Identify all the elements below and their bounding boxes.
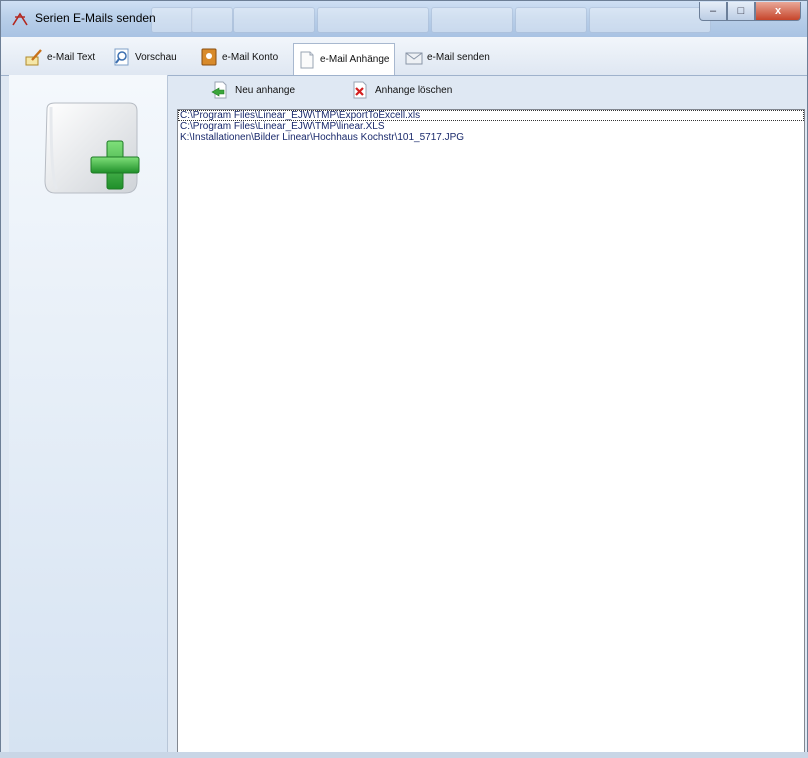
background-taskbar-ghost	[589, 7, 711, 33]
attachment-list[interactable]: C:\Program Files\Linear_EJW\TMP\ExportTo…	[177, 109, 805, 753]
delete-x-icon	[353, 81, 367, 99]
sidebar-panel	[9, 75, 168, 753]
window-controls: – □ x	[699, 2, 801, 22]
tab-email-konto[interactable]: e-Mail Konto	[196, 44, 282, 70]
title-bar[interactable]: Serien E-Mails senden – □ x	[1, 1, 807, 37]
background-taskbar-ghost	[233, 7, 315, 33]
attachments-panel: Neu anhange Anhange löschen C:\Program F…	[171, 75, 807, 753]
tab-label: e-Mail Text	[47, 51, 96, 63]
add-attachment-icon	[211, 81, 227, 99]
attachment-page-icon	[300, 51, 314, 68]
address-book-icon	[201, 48, 217, 66]
envelope-send-icon	[405, 52, 423, 65]
delete-attachment-label: Anhange löschen	[375, 84, 453, 96]
window-title: Serien E-Mails senden	[35, 11, 156, 25]
close-button[interactable]: x	[755, 2, 801, 21]
background-taskbar-ghost	[317, 7, 429, 33]
tab-label: e-Mail Anhänge	[320, 54, 390, 65]
maximize-button[interactable]: □	[727, 2, 755, 21]
app-icon	[12, 12, 28, 26]
background-taskbar-ghost	[191, 7, 233, 33]
tab-email-senden[interactable]: e-Mail senden	[401, 44, 494, 70]
serien-email-window: Serien E-Mails senden – □ x e-Mail Text …	[0, 0, 808, 758]
delete-attachment-button[interactable]: Anhange löschen	[351, 81, 452, 99]
background-taskbar-ghost	[151, 7, 193, 33]
tab-label: e-Mail senden	[427, 51, 490, 63]
background-taskbar-ghost	[431, 7, 513, 33]
attachments-toolbar: Neu anhange Anhange löschen	[171, 75, 807, 107]
list-item[interactable]: C:\Program Files\Linear_EJW\TMP\linear.X…	[178, 121, 804, 132]
background-taskbar-ghost	[515, 7, 587, 33]
tab-label: e-Mail Konto	[222, 51, 279, 63]
minimize-button[interactable]: –	[699, 2, 727, 21]
magnifier-icon	[114, 48, 129, 66]
tab-email-anhaenge[interactable]: e-Mail Anhänge	[293, 43, 395, 75]
new-attachment-label: Neu anhange	[235, 84, 296, 96]
tab-email-text[interactable]: e-Mail Text	[21, 44, 99, 70]
tab-bar: e-Mail Text Vorschau e-Mail Konto e-Mail…	[1, 37, 807, 76]
new-attachment-button[interactable]: Neu anhange	[211, 81, 295, 99]
window-bottom-edge	[0, 752, 808, 758]
pen-letter-icon	[25, 49, 42, 66]
list-item[interactable]: C:\Program Files\Linear_EJW\TMP\ExportTo…	[178, 110, 804, 121]
tab-vorschau[interactable]: Vorschau	[109, 44, 181, 70]
list-item[interactable]: K:\Installationen\Bilder Linear\Hochhaus…	[178, 132, 804, 143]
tab-label: Vorschau	[135, 51, 177, 63]
add-document-icon	[44, 102, 140, 194]
